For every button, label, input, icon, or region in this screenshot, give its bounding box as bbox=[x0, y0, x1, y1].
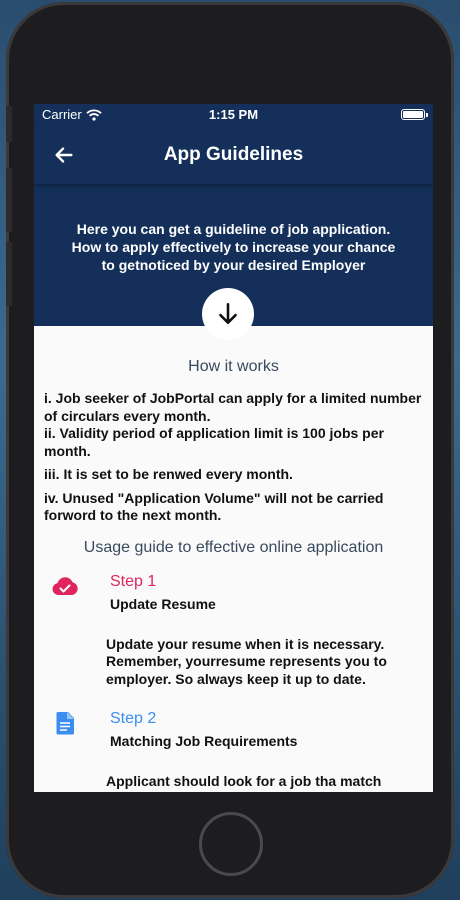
home-button[interactable] bbox=[199, 812, 263, 876]
app-screen: Carrier 1:15 PM App Guidelines Here you … bbox=[34, 104, 433, 792]
status-time: 1:15 PM bbox=[208, 107, 259, 122]
page-title: App Guidelines bbox=[163, 144, 304, 165]
guidelines-content: How it works i. Job seeker of JobPortal … bbox=[34, 358, 433, 791]
rule-item: i. Job seeker of JobPortal can apply for… bbox=[44, 390, 422, 424]
arrow-down-icon bbox=[219, 302, 237, 324]
step-name: Matching Job Requirements bbox=[110, 733, 298, 749]
status-bar: Carrier 1:15 PM bbox=[34, 104, 433, 126]
cloud-check-icon bbox=[52, 576, 78, 595]
step-label: Step 2 bbox=[110, 710, 157, 727]
step-item: Step 2 Matching Job Requirements Applica… bbox=[44, 710, 423, 791]
back-button[interactable] bbox=[50, 141, 78, 169]
step-description: Update your resume when it is necessary.… bbox=[106, 635, 387, 687]
mute-switch bbox=[6, 106, 12, 142]
document-icon bbox=[56, 712, 74, 735]
volume-down-button bbox=[6, 242, 12, 306]
step-description: Applicant should look for a job tha matc… bbox=[106, 773, 382, 789]
step-label: Step 1 bbox=[110, 572, 157, 590]
hero-banner: Here you can get a guideline of job appl… bbox=[34, 184, 433, 340]
how-it-works-title: How it works bbox=[188, 358, 279, 375]
app-bar: App Guidelines bbox=[34, 126, 433, 184]
battery-icon bbox=[401, 109, 428, 120]
usage-guide-title: Usage guide to effective online applicat… bbox=[83, 538, 384, 556]
rule-item: ii. Validity period of application limit… bbox=[44, 425, 384, 459]
hero-text: Here you can get a guideline of job appl… bbox=[71, 221, 396, 273]
step-name: Update Resume bbox=[110, 595, 216, 612]
step-item: Step 1 Update Resume Update your resume … bbox=[44, 573, 423, 689]
arrow-left-icon bbox=[55, 147, 73, 163]
rule-item: iv. Unused "Application Volume" will not… bbox=[44, 489, 384, 524]
scroll-down-button[interactable] bbox=[202, 288, 254, 340]
rule-item: iii. It is set to be renwed every month. bbox=[44, 466, 293, 482]
volume-up-button bbox=[6, 168, 12, 232]
rules-list: i. Job seeker of JobPortal can apply for… bbox=[44, 390, 423, 525]
